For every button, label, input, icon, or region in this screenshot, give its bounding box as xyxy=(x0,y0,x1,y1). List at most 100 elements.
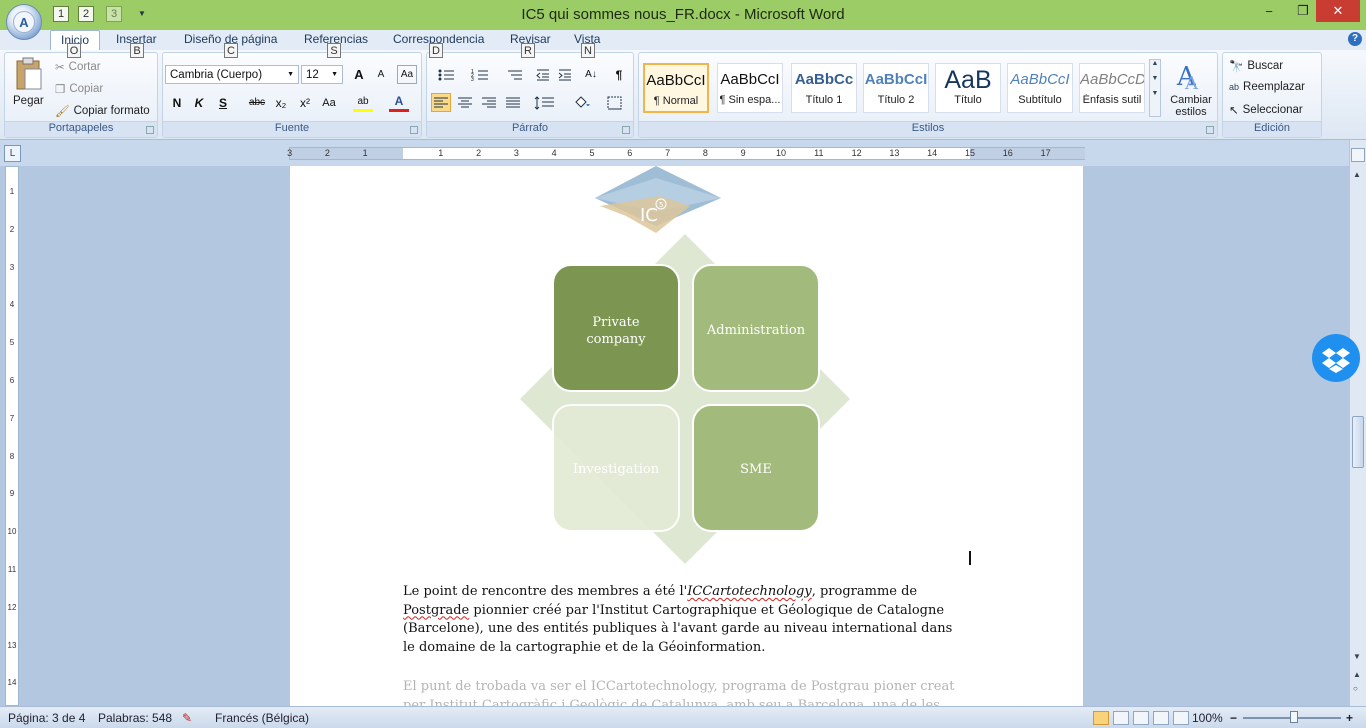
change-styles-button[interactable]: AA Cambiar estilos xyxy=(1167,59,1215,121)
style-subtitle[interactable]: AaBbCcI Subtítulo xyxy=(1007,63,1073,113)
help-icon[interactable]: ? xyxy=(1348,32,1362,46)
decrease-indent-button[interactable] xyxy=(533,65,553,84)
justify-button[interactable] xyxy=(503,93,523,112)
zoom-in-button[interactable]: + xyxy=(1346,711,1353,725)
previous-page-icon[interactable]: ▲ xyxy=(1353,670,1361,679)
underline-button[interactable]: S xyxy=(213,93,233,112)
scroll-up-icon[interactable]: ▲ xyxy=(1150,60,1160,67)
vertical-ruler[interactable]: 1 2 3 4 5 6 7 8 9 10 11 12 13 14 xyxy=(5,166,19,706)
align-center-button[interactable] xyxy=(455,93,475,112)
text-run-misspelled: Postgrade xyxy=(403,602,470,618)
dialog-launcher-icon[interactable] xyxy=(1206,126,1214,134)
sort-button[interactable]: A↓ xyxy=(581,65,601,84)
office-button[interactable]: A xyxy=(6,4,42,40)
multilevel-list-button[interactable] xyxy=(499,65,529,84)
strikethrough-button[interactable]: abc xyxy=(247,93,267,112)
dialog-launcher-icon[interactable] xyxy=(410,126,418,134)
zoom-slider-handle[interactable] xyxy=(1290,711,1298,723)
tab-selector[interactable]: L xyxy=(4,145,21,162)
cut-button[interactable]: ✂ Cortar xyxy=(55,60,101,74)
italic-button[interactable]: K xyxy=(189,93,209,112)
scroll-thumb[interactable] xyxy=(1352,416,1364,468)
align-right-button[interactable] xyxy=(479,93,499,112)
zoom-level[interactable]: 100% xyxy=(1192,711,1223,725)
dialog-launcher-icon[interactable] xyxy=(622,126,630,134)
superscript-button[interactable]: x² xyxy=(295,93,315,112)
word-count[interactable]: Palabras: 548 xyxy=(98,711,172,725)
style-preview: AaBbCcI xyxy=(646,72,706,89)
horizontal-ruler[interactable]: 3 2 1 1 2 3 4 5 6 7 8 9 10 11 12 13 14 15 16 17 xyxy=(287,147,1085,160)
borders-button[interactable] xyxy=(601,93,629,112)
vertical-scrollbar[interactable]: ▲ ▼ ▲ ○ xyxy=(1349,140,1366,706)
highlight-button[interactable]: ab xyxy=(353,93,373,112)
replace-button[interactable]: ab Reemplazar xyxy=(1229,81,1305,93)
bullets-button[interactable] xyxy=(431,65,461,84)
language-indicator[interactable]: Francés (Bélgica) xyxy=(215,711,309,725)
paste-label[interactable]: Pegar xyxy=(13,95,44,107)
print-layout-view-button[interactable] xyxy=(1093,711,1109,725)
group-styles: AaBbCcI ¶ Normal AaBbCcI ¶ Sin espa... AaB… xyxy=(638,52,1218,138)
shrink-font-button[interactable]: A xyxy=(371,65,391,84)
font-color-button[interactable]: A xyxy=(389,93,409,112)
text-run: , programme de xyxy=(811,584,918,599)
align-left-button[interactable] xyxy=(431,93,451,112)
smartart-diagram[interactable]: Private company Administration Investiga… xyxy=(520,234,850,564)
shading-button[interactable] xyxy=(567,93,597,112)
paragraph-french[interactable]: Le point de rencontre des membres a été … xyxy=(403,583,968,657)
line-spacing-button[interactable] xyxy=(529,93,559,112)
ruler-number: 9 xyxy=(740,148,746,158)
font-family-select[interactable]: Cambria (Cuerpo) ▼ xyxy=(165,65,299,84)
style-preview: AaBbCcI xyxy=(1010,71,1070,88)
show-formatting-button[interactable]: ¶ xyxy=(609,65,629,84)
view-ruler-icon[interactable] xyxy=(1351,148,1365,162)
browse-object-icon[interactable]: ○ xyxy=(1353,684,1358,693)
keytip-orb: A xyxy=(13,11,35,33)
style-subtle-emphasis[interactable]: AaBbCcD Énfasis sutil xyxy=(1079,63,1145,113)
style-no-spacing[interactable]: AaBbCcI ¶ Sin espa... xyxy=(717,63,783,113)
zoom-out-button[interactable]: − xyxy=(1230,711,1237,725)
page-count[interactable]: Página: 3 de 4 xyxy=(8,711,85,725)
clear-format-button[interactable]: Aa xyxy=(397,65,417,84)
change-case-button[interactable]: Aa xyxy=(319,93,339,112)
binoculars-icon: 🔭 xyxy=(1229,61,1244,73)
diagram-label-admin: Administration xyxy=(706,323,806,338)
numbering-button[interactable]: 123 xyxy=(465,65,495,84)
paste-button[interactable] xyxy=(13,57,45,97)
scissors-icon: ✂ xyxy=(55,62,65,74)
grow-font-button[interactable]: A xyxy=(349,65,369,84)
styles-scroll[interactable]: ▲ ▼ ▼ xyxy=(1149,59,1161,117)
document-page[interactable]: IC 5 Private company Administration Inve… xyxy=(290,166,1083,706)
style-preview: AaBbCc xyxy=(794,71,854,88)
proofing-icon[interactable]: ✎ xyxy=(182,711,192,725)
bold-button[interactable]: N xyxy=(167,93,187,112)
close-button[interactable]: ✕ xyxy=(1316,0,1360,22)
vruler-number: 4 xyxy=(9,300,15,310)
style-heading-1[interactable]: AaBbCc Título 1 xyxy=(791,63,857,113)
format-painter-button[interactable]: 🖌 Copiar formato xyxy=(55,104,150,118)
scroll-up-icon[interactable]: ▲ xyxy=(1353,170,1361,179)
increase-indent-button[interactable] xyxy=(555,65,575,84)
copy-button[interactable]: ❐ Copiar xyxy=(55,82,103,96)
subscript-button[interactable]: x₂ xyxy=(271,93,291,112)
text-line: El punt de trobada va ser el ICCartotech… xyxy=(403,679,955,694)
minimize-button[interactable]: − xyxy=(1252,0,1286,22)
increase-indent-icon xyxy=(558,69,571,80)
web-layout-button[interactable] xyxy=(1133,711,1149,725)
full-screen-reading-button[interactable] xyxy=(1113,711,1129,725)
more-styles-icon[interactable]: ▼ xyxy=(1150,90,1160,97)
font-size-value: 12 xyxy=(306,68,319,81)
dropbox-icon[interactable] xyxy=(1312,334,1360,382)
paragraph-catalan[interactable]: El punt de trobada va ser el ICCartotech… xyxy=(403,678,968,706)
style-title[interactable]: AaB Título xyxy=(935,63,1001,113)
font-size-select[interactable]: 12 ▼ xyxy=(301,65,343,84)
draft-view-button[interactable] xyxy=(1173,711,1189,725)
scroll-down-icon[interactable]: ▼ xyxy=(1150,75,1160,82)
outline-view-button[interactable] xyxy=(1153,711,1169,725)
scroll-down-icon[interactable]: ▼ xyxy=(1353,652,1361,661)
style-heading-2[interactable]: AaBbCcI Título 2 xyxy=(863,63,929,113)
style-normal[interactable]: AaBbCcI ¶ Normal xyxy=(643,63,709,113)
find-button[interactable]: 🔭 Buscar xyxy=(1229,59,1283,73)
dialog-launcher-icon[interactable] xyxy=(146,126,154,134)
restore-button[interactable]: ❐ xyxy=(1286,0,1320,22)
select-button[interactable]: ↖ Seleccionar xyxy=(1229,103,1303,117)
